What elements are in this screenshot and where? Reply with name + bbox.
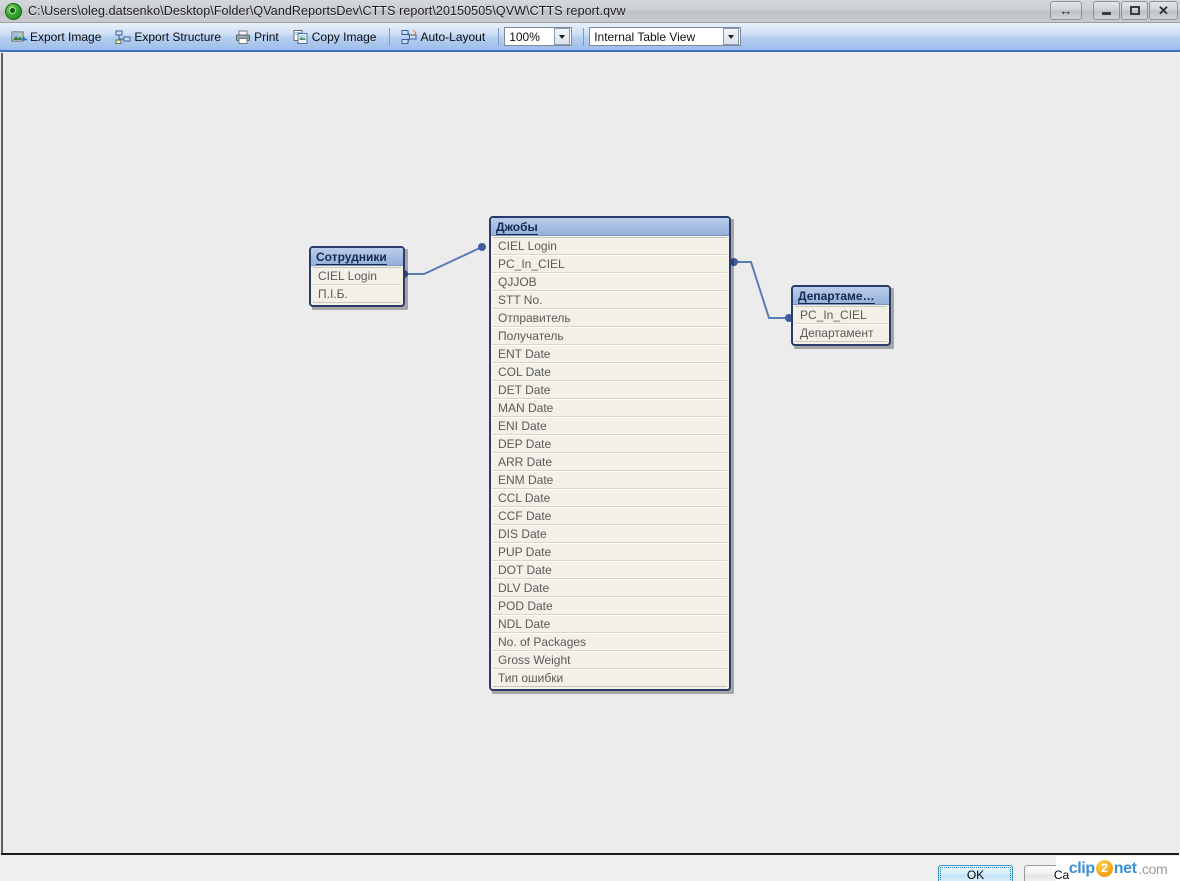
zoom-select[interactable]: 100% (504, 27, 573, 46)
field-row[interactable]: DEP Date (493, 435, 727, 453)
field-row[interactable]: PC_In_CIEL (795, 306, 887, 324)
table-body: Департаме… PC_In_CIEL Департамент (791, 285, 891, 346)
watermark-net-text: net (1113, 859, 1137, 877)
toolbar-separator-2 (498, 27, 500, 46)
field-row[interactable]: CCL Date (493, 489, 727, 507)
toolbar-separator-3 (583, 27, 585, 46)
table-body: Сотрудники CIEL Login П.І.Б. (309, 246, 405, 307)
field-row[interactable]: PC_In_CIEL (493, 255, 727, 273)
table-title-text: Сотрудники (316, 250, 387, 265)
field-row[interactable]: ENT Date (493, 345, 727, 363)
minimize-button[interactable] (1093, 1, 1120, 20)
field-row[interactable]: DLV Date (493, 579, 727, 597)
close-button[interactable]: ✕ (1149, 1, 1178, 20)
table-title: Джобы (491, 218, 729, 236)
copy-image-label: Copy Image (311, 29, 377, 44)
toolbar-separator-1 (389, 27, 391, 46)
export-structure-button[interactable]: Export Structure (109, 25, 227, 48)
field-row[interactable]: DIS Date (493, 525, 727, 543)
clip2net-watermark: clip 2 net .com (1056, 856, 1180, 881)
field-row[interactable]: Отправитель (493, 309, 727, 327)
auto-layout-label: Auto-Layout (420, 29, 486, 44)
diagram-canvas[interactable]: Сотрудники CIEL Login П.І.Б. Джобы CIEL … (1, 53, 1179, 853)
view-mode-select[interactable]: Internal Table View (589, 27, 742, 46)
table-body: Джобы CIEL Login PC_In_CIEL QJJOB STT No… (489, 216, 731, 691)
window-controls: ↔ ✕ (1049, 1, 1178, 20)
export-structure-icon (115, 29, 131, 45)
resize-icon: ↔ (1059, 3, 1073, 18)
field-row[interactable]: Тип ошибки (493, 669, 727, 687)
table-node-dzhoby[interactable]: Джобы CIEL Login PC_In_CIEL QJJOB STT No… (489, 216, 734, 694)
field-row[interactable]: QJJOB (493, 273, 727, 291)
window-left-edge (1, 825, 3, 853)
minimize-icon (1102, 12, 1111, 15)
field-row[interactable]: Gross Weight (493, 651, 727, 669)
field-row[interactable]: Департамент (795, 324, 887, 342)
field-row[interactable]: POD Date (493, 597, 727, 615)
field-row[interactable]: NDL Date (493, 615, 727, 633)
field-row[interactable]: STT No. (493, 291, 727, 309)
qlikview-table-viewer-window: C:\Users\oleg.datsenko\Desktop\Folder\QV… (0, 0, 1180, 881)
field-row[interactable]: CCF Date (493, 507, 727, 525)
field-row[interactable]: ENI Date (493, 417, 727, 435)
field-row[interactable]: П.І.Б. (313, 285, 401, 303)
field-row[interactable]: Получатель (493, 327, 727, 345)
table-node-sotrudniki[interactable]: Сотрудники CIEL Login П.І.Б. (309, 246, 408, 310)
connector-sotrudniki-dzhoby (400, 243, 486, 278)
field-row[interactable]: ARR Date (493, 453, 727, 471)
field-row[interactable]: MAN Date (493, 399, 727, 417)
export-image-icon (11, 29, 27, 45)
field-row[interactable]: DET Date (493, 381, 727, 399)
field-row[interactable]: PUP Date (493, 543, 727, 561)
table-title: Сотрудники (311, 248, 403, 266)
view-mode-value: Internal Table View (594, 29, 696, 44)
table-title-text: Джобы (496, 220, 538, 235)
field-row[interactable]: ENM Date (493, 471, 727, 489)
cancel-label: Ca (1053, 867, 1070, 881)
field-row[interactable]: CIEL Login (493, 237, 727, 255)
qlikview-icon (5, 2, 22, 20)
printer-icon (235, 29, 251, 45)
field-row[interactable]: No. of Packages (493, 633, 727, 651)
close-icon: ✕ (1158, 3, 1169, 18)
export-image-button[interactable]: Export Image (5, 25, 107, 48)
chevron-down-icon[interactable] (723, 28, 740, 45)
export-image-label: Export Image (30, 29, 102, 44)
field-row[interactable]: COL Date (493, 363, 727, 381)
copy-image-icon (293, 29, 309, 45)
auto-layout-icon (401, 29, 418, 45)
zoom-value: 100% (509, 29, 540, 44)
watermark-clip-text: clip (1068, 859, 1095, 877)
table-node-departament[interactable]: Департаме… PC_In_CIEL Департамент (791, 285, 894, 349)
resize-button[interactable]: ↔ (1050, 1, 1082, 20)
watermark-two-badge: 2 (1095, 860, 1113, 877)
window-title: C:\Users\oleg.datsenko\Desktop\Folder\QV… (28, 4, 626, 18)
export-structure-label: Export Structure (134, 29, 222, 44)
watermark-com-text: .com (1138, 860, 1168, 877)
toolbar: Export Image Export Structure Print Copy… (0, 23, 1180, 52)
maximize-button[interactable] (1121, 1, 1148, 20)
table-title-text: Департаме… (798, 289, 875, 304)
field-row[interactable]: DOT Date (493, 561, 727, 579)
table-title: Департаме… (793, 287, 889, 305)
auto-layout-button[interactable]: Auto-Layout (395, 25, 491, 48)
title-bar: C:\Users\oleg.datsenko\Desktop\Folder\QV… (0, 0, 1180, 23)
field-row[interactable]: CIEL Login (313, 267, 401, 285)
chevron-down-icon[interactable] (554, 28, 571, 45)
maximize-icon (1129, 6, 1140, 15)
field-list: CIEL Login П.І.Б. (311, 266, 403, 305)
print-button[interactable]: Print (229, 25, 285, 48)
ok-label: OK (966, 867, 985, 881)
field-list: CIEL Login PC_In_CIEL QJJOB STT No. Отпр… (491, 236, 729, 689)
copy-image-button[interactable]: Copy Image (287, 25, 383, 48)
field-list: PC_In_CIEL Департамент (793, 305, 889, 344)
connector-dzhoby-departament (730, 258, 793, 322)
print-label: Print (254, 29, 279, 44)
ok-button[interactable]: OK (938, 865, 1013, 881)
